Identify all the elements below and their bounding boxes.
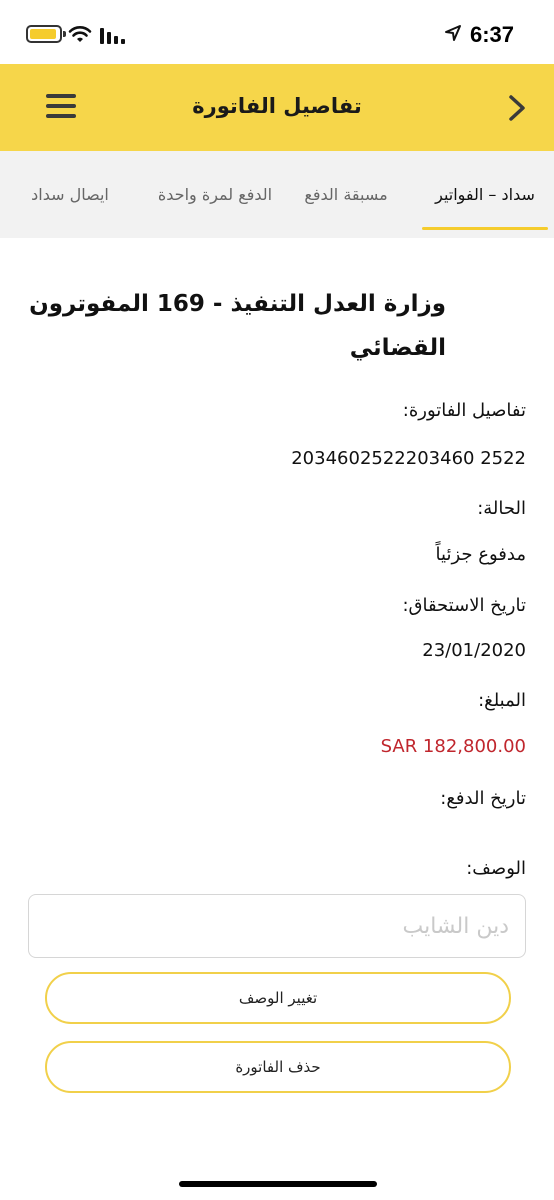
status-bar: 6:37 [0, 0, 554, 64]
description-label: الوصف: [466, 858, 526, 879]
payment-date-label: تاريخ الدفع: [440, 788, 526, 809]
tab-prepaid[interactable]: مسبقة الدفع [280, 151, 412, 238]
tab-bill-payment[interactable]: سداد – الفواتير [422, 151, 548, 238]
location-arrow-icon [445, 25, 461, 41]
change-description-button[interactable]: تغيير الوصف [45, 972, 511, 1024]
bill-number: 2034602522203460 2522 [291, 448, 526, 469]
page-title: تفاصيل الفاتورة [192, 94, 362, 118]
details-label: تفاصيل الفاتورة: [402, 400, 526, 421]
tab-payment-receipt[interactable]: ايصال سداد [10, 151, 130, 238]
description-input[interactable] [28, 894, 526, 958]
battery-icon [26, 25, 66, 43]
due-date-label: تاريخ الاستحقاق: [402, 595, 526, 616]
due-date-value: 23/01/2020 [422, 640, 526, 661]
amount-label: المبلغ: [478, 690, 526, 711]
delete-bill-button[interactable]: حذف الفاتورة [45, 1041, 511, 1093]
amount-value: SAR 182,800.00 [380, 736, 526, 757]
tab-one-time-payment[interactable]: الدفع لمرة واحدة [150, 151, 280, 238]
status-value: مدفوع جزئياً [435, 544, 526, 565]
tab-bar: سداد – الفواتير مسبقة الدفع الدفع لمرة و… [0, 151, 554, 238]
app-header: تفاصيل الفاتورة [0, 64, 554, 151]
status-label: الحالة: [477, 498, 526, 519]
status-time: 6:37 [469, 22, 514, 47]
signal-icon [100, 28, 125, 44]
home-indicator [179, 1181, 377, 1187]
wifi-icon [68, 26, 92, 42]
active-tab-indicator [422, 227, 548, 230]
chevron-right-icon[interactable] [502, 92, 532, 124]
biller-name: وزارة العدل التنفيذ - 169 المفوترون القض… [29, 291, 446, 361]
